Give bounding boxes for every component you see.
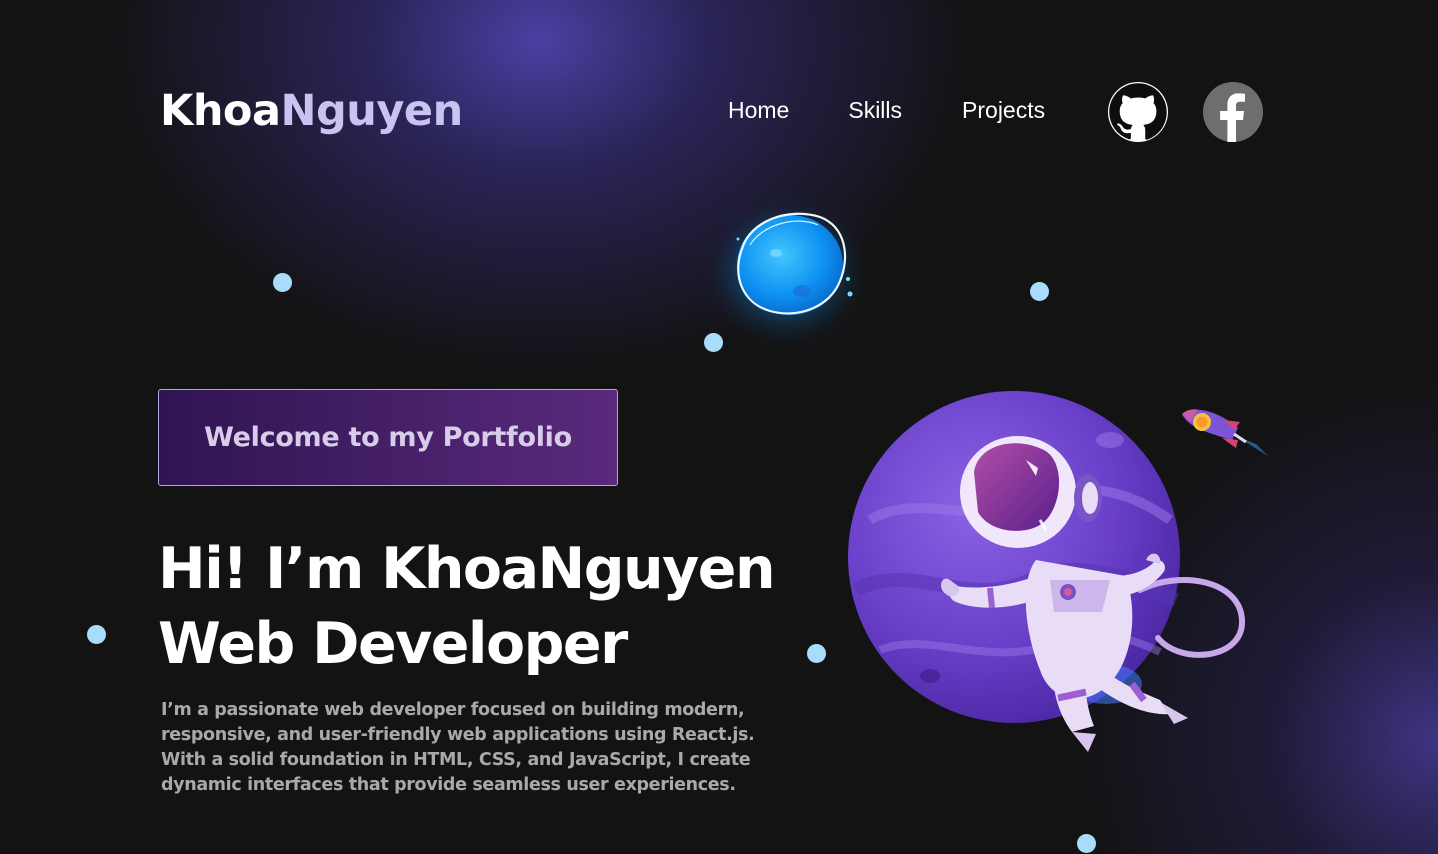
logo-accent: Nguyen (280, 86, 464, 136)
star-dot (1077, 834, 1096, 853)
star-dot (87, 625, 106, 644)
hero-heading: Hi! I’m KhoaNguyen Web Developer (158, 532, 776, 682)
nav-skills-link[interactable]: Skills (848, 97, 902, 124)
github-icon (1109, 83, 1167, 140)
nav-projects-link[interactable]: Projects (962, 97, 1045, 124)
facebook-icon (1220, 93, 1245, 142)
portfolio-page: KhoaNguyen Home Skills Projects Welcome … (0, 0, 1438, 854)
hero-title-line2: Web Developer (158, 611, 628, 677)
star-dot (807, 644, 826, 663)
star-dot (1030, 282, 1049, 301)
logo-main: Khoa (160, 86, 281, 136)
facebook-button[interactable] (1203, 82, 1263, 142)
github-button[interactable] (1108, 82, 1168, 142)
hero-title-line1: Hi! I’m KhoaNguyen (158, 536, 776, 602)
glowing-blue-planet-icon (698, 191, 874, 353)
hero-bio: I’m a passionate web developer focused o… (161, 700, 755, 795)
main-nav: Home Skills Projects (728, 97, 1045, 124)
site-logo[interactable]: KhoaNguyen (160, 86, 463, 136)
rocket-icon (1176, 400, 1268, 464)
nav-home-link[interactable]: Home (728, 97, 789, 124)
star-dot (273, 273, 292, 292)
welcome-badge: Welcome to my Portfolio (158, 389, 618, 486)
